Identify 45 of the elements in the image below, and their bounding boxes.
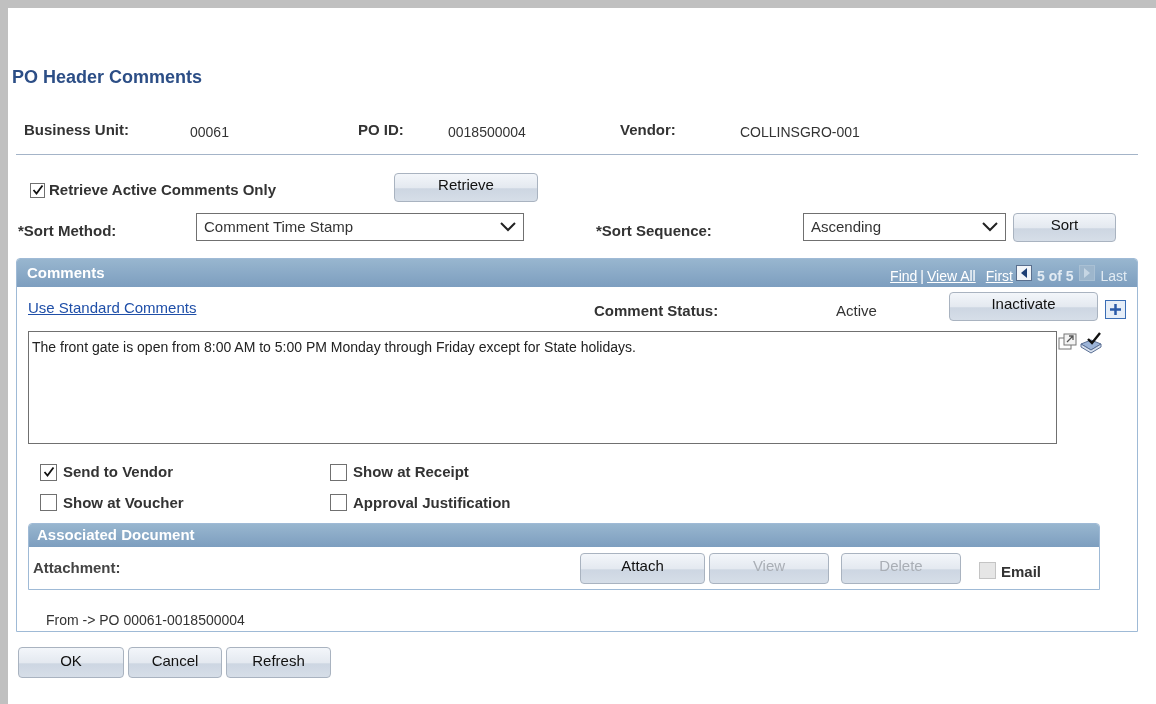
checkbox-label: Retrieve Active Comments Only: [49, 179, 277, 200]
field-label: *Sort Method:: [18, 220, 118, 241]
dialog-button[interactable]: Cancel: [128, 647, 222, 678]
field-value: COLLINSGRO-001: [740, 122, 861, 142]
field-value: 00061: [190, 122, 230, 142]
panel-title: Comments: [27, 262, 105, 283]
field-label: PO ID:: [358, 119, 405, 140]
checkbox[interactable]: [40, 463, 57, 481]
checkbox-label: Approval Justification: [353, 492, 511, 513]
sort-sequence-dropdown[interactable]: Ascending: [803, 213, 1006, 241]
page-count: 5 of 5: [1036, 266, 1074, 286]
sort-button[interactable]: Sort: [1013, 212, 1116, 242]
retrieve-button[interactable]: Retrieve: [394, 172, 538, 202]
checkbox-label: Show at Receipt: [353, 462, 469, 482]
attachment-button[interactable]: Attach: [580, 552, 705, 584]
field-label: *Sort Sequence:: [596, 220, 713, 241]
checkbox[interactable]: [30, 182, 45, 198]
field-value: 0018500004: [448, 122, 527, 142]
panel-title: Associated Document: [37, 525, 195, 546]
checkbox[interactable]: [330, 463, 347, 481]
checkbox[interactable]: [330, 494, 347, 512]
expand-icon[interactable]: [1058, 333, 1078, 351]
dialog-button[interactable]: OK: [18, 647, 124, 678]
comment-text-area[interactable]: The front gate is open from 8:00 AM to 5:00 PM Monday through Friday except for State holidays.: [28, 331, 1057, 444]
checkbox-label: Show at Voucher: [63, 492, 184, 513]
spell-check-icon[interactable]: [1078, 332, 1104, 354]
source-text: From -> PO 00061-0018500004: [46, 612, 245, 628]
checkbox-label: Email: [1001, 561, 1042, 582]
field-label: Vendor:: [620, 119, 677, 140]
chevron-down-icon: [500, 222, 516, 232]
status-value: Active: [836, 300, 878, 321]
field-label: Business Unit:: [24, 119, 130, 140]
standard-comments-link[interactable]: Use Standard Comments: [28, 296, 594, 320]
page-title: PO Header Comments: [12, 67, 203, 87]
checkbox[interactable]: [40, 494, 57, 512]
previous-icon[interactable]: [1015, 265, 1032, 281]
field-label: Comment Status:: [594, 300, 720, 321]
add-icon[interactable]: [1105, 299, 1126, 319]
sort-method-dropdown[interactable]: Comment Time Stamp: [196, 213, 524, 241]
inactivate-button[interactable]: Inactivate: [949, 291, 1098, 321]
separator: |: [920, 266, 924, 286]
dialog-button[interactable]: Refresh: [226, 647, 331, 678]
field-label: Attachment:: [33, 557, 122, 578]
checkbox-label: Send to Vendor: [63, 462, 173, 482]
chevron-down-icon: [982, 222, 998, 232]
